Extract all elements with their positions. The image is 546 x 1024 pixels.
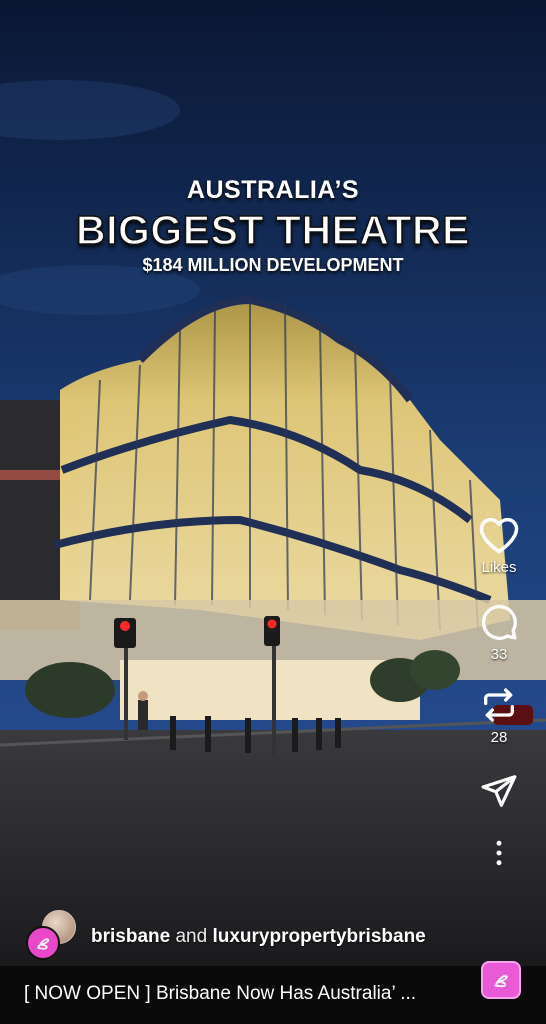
avatar-luxurypropertybrisbane[interactable] xyxy=(26,926,60,960)
author-name-1[interactable]: brisbane xyxy=(91,926,170,947)
more-options-button[interactable] xyxy=(494,840,504,866)
more-vertical-icon xyxy=(496,840,502,866)
title-line-2: BIGGEST THEATRE xyxy=(75,206,470,254)
share-button[interactable] xyxy=(479,772,519,810)
theatre-photo xyxy=(0,0,546,1024)
comment-button[interactable]: 33 xyxy=(479,602,519,663)
video-title-overlay: AUSTRALIA’S BIGGEST THEATRE $184 MILLION… xyxy=(0,176,546,276)
audio-button[interactable] xyxy=(481,961,521,999)
author-name-2[interactable]: luxurypropertybrisbane xyxy=(212,926,425,947)
title-line-1: AUSTRALIA’S xyxy=(186,176,360,204)
heart-icon xyxy=(479,517,519,554)
repost-count: 28 xyxy=(490,729,508,746)
repost-icon xyxy=(484,688,514,722)
author-joiner: and xyxy=(175,926,208,947)
author-row[interactable]: brisbane and luxurypropertybrisbane xyxy=(26,910,466,966)
likes-label: Likes xyxy=(481,559,517,576)
author-avatars[interactable] xyxy=(26,910,86,966)
like-button[interactable]: Likes xyxy=(478,515,520,576)
comment-icon xyxy=(481,604,517,640)
comment-count: 33 xyxy=(490,646,508,663)
action-rail: Likes 33 28 xyxy=(474,515,524,878)
caption-bar[interactable]: [ NOW OPEN ] Brisbane Now Has Australia’… xyxy=(0,966,546,1024)
send-icon xyxy=(481,775,517,807)
repost-button[interactable]: 28 xyxy=(479,685,519,746)
author-names[interactable]: brisbane and luxurypropertybrisbane xyxy=(91,926,426,948)
reel-screen: AUSTRALIA’S BIGGEST THEATRE $184 MILLION… xyxy=(0,0,546,1024)
title-line-3: $184 MILLION DEVELOPMENT xyxy=(142,255,404,275)
audio-logo-icon xyxy=(494,974,508,988)
logo-icon xyxy=(37,938,50,950)
caption-text[interactable]: [ NOW OPEN ] Brisbane Now Has Australia’… xyxy=(24,983,464,1005)
